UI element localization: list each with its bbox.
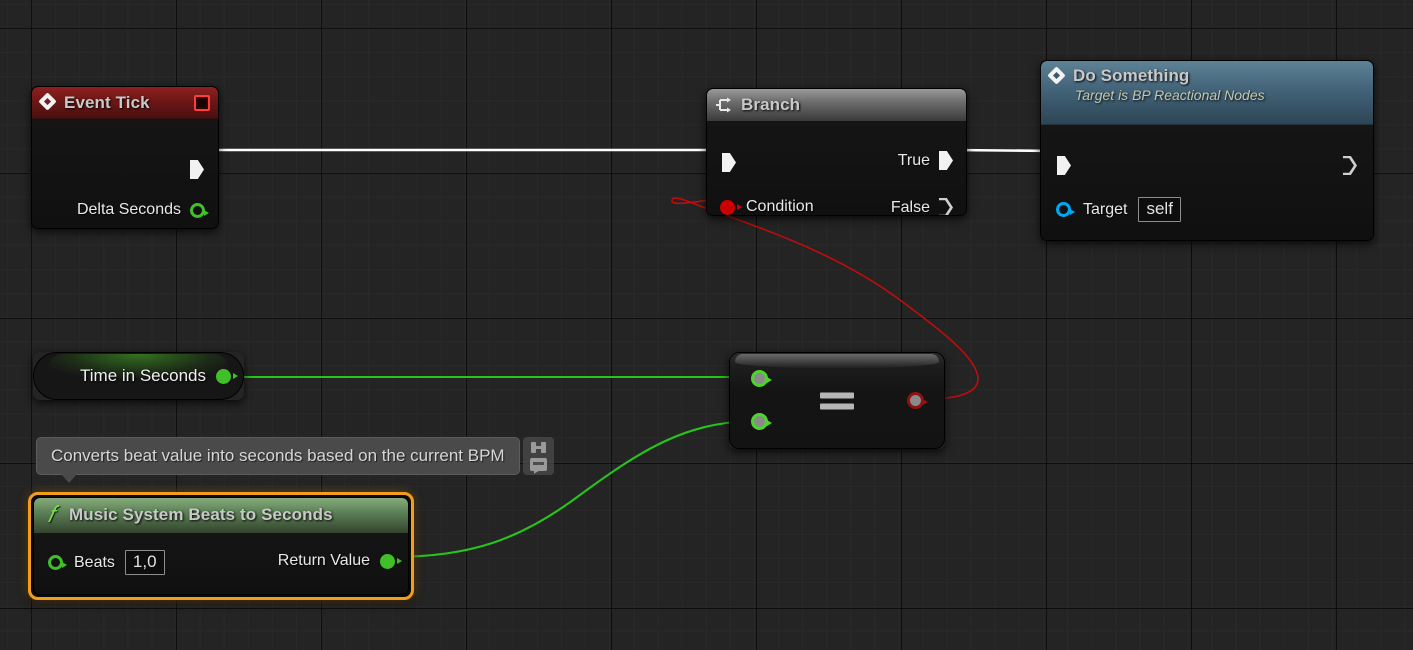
- pin-label-delta-seconds: Delta Seconds: [76, 201, 181, 218]
- branch-fork-icon: [715, 96, 733, 114]
- tooltip: Converts beat value into seconds based o…: [36, 437, 554, 483]
- node-content: True Condition False: [707, 121, 966, 215]
- node-do-something[interactable]: Do Something Target is BP Reactional Nod…: [1040, 60, 1374, 241]
- exec-input-pin[interactable]: [722, 153, 736, 172]
- variable-name-label: Time in Seconds: [80, 366, 206, 385]
- function-fx-icon: 𝑓: [47, 502, 55, 527]
- pin-row-delta-seconds[interactable]: Delta Seconds: [76, 199, 209, 221]
- variable-get-pill: Time in Seconds: [33, 352, 244, 400]
- equality-input-a-pin[interactable]: [751, 370, 772, 387]
- pin-label-false: False: [890, 198, 930, 216]
- pin-label-true: True: [897, 151, 930, 169]
- pin-row-exec-out[interactable]: [190, 160, 204, 179]
- equality-input-b-pin[interactable]: [751, 413, 772, 430]
- pin-label-return-value: Return Value: [277, 552, 370, 569]
- time-in-seconds-output-pin[interactable]: [216, 368, 238, 384]
- pin-icon[interactable]: [530, 441, 546, 454]
- comment-bubble-icon[interactable]: [529, 458, 547, 471]
- tooltip-text: Converts beat value into seconds based o…: [36, 437, 520, 483]
- node-body: Do Something Target is BP Reactional Nod…: [1040, 60, 1374, 241]
- condition-input-pin[interactable]: [720, 199, 742, 215]
- event-diamond-icon: [40, 94, 57, 111]
- node-header-beats-to-seconds: 𝑓 Music System Beats to Seconds: [34, 498, 408, 533]
- node-branch[interactable]: Branch True Condition False: [706, 88, 967, 216]
- exec-output-pin[interactable]: [1343, 156, 1357, 175]
- pin-row-return-value[interactable]: Return Value: [277, 552, 402, 570]
- target-value-field[interactable]: self: [1138, 197, 1181, 222]
- stop-square-badge[interactable]: [194, 95, 210, 111]
- node-time-in-seconds[interactable]: Time in Seconds: [33, 352, 244, 400]
- event-diamond-icon: [1049, 68, 1066, 85]
- pin-label-target: Target: [1083, 200, 1128, 218]
- node-header-event-tick: Event Tick: [32, 87, 218, 119]
- node-subtitle: Target is BP Reactional Nodes: [1075, 87, 1265, 103]
- return-value-output-pin[interactable]: [380, 553, 402, 569]
- pin-label-beats: Beats: [74, 553, 115, 571]
- equality-operator-symbol: [820, 387, 854, 414]
- node-body: Event Tick Delta Seconds: [31, 86, 219, 229]
- tooltip-actions[interactable]: [522, 437, 554, 475]
- pin-row-target[interactable]: Target self: [1056, 197, 1181, 222]
- exec-output-pin-false[interactable]: [939, 198, 953, 215]
- pin-row-true[interactable]: True: [898, 151, 953, 170]
- header-title-line: Do Something: [1049, 66, 1189, 86]
- node-selection-highlight: 𝑓 Music System Beats to Seconds Beats 1,…: [28, 492, 414, 600]
- node-title: Music System Beats to Seconds: [69, 505, 333, 524]
- node-header-do-something: Do Something Target is BP Reactional Nod…: [1041, 61, 1373, 125]
- exec-output-pin[interactable]: [190, 160, 204, 179]
- node-body: Branch True Condition False: [706, 88, 967, 216]
- equality-output-pin[interactable]: [907, 392, 928, 409]
- node-content: Delta Seconds: [32, 119, 218, 228]
- header-subtitle-line: Target is BP Reactional Nodes: [1075, 87, 1265, 105]
- node-music-system-beats-to-seconds[interactable]: 𝑓 Music System Beats to Seconds Beats 1,…: [28, 492, 414, 600]
- target-input-pin[interactable]: [1056, 202, 1075, 217]
- pin-row-condition[interactable]: Condition: [720, 198, 814, 215]
- pin-row-false[interactable]: False: [891, 198, 953, 216]
- beats-input-pin[interactable]: [48, 555, 67, 570]
- delta-seconds-output-pin[interactable]: [190, 202, 209, 218]
- exec-input-pin[interactable]: [1057, 156, 1071, 175]
- exec-output-pin-true[interactable]: [939, 151, 953, 170]
- node-title: Event Tick: [64, 92, 150, 112]
- beats-value-field[interactable]: 1,0: [124, 550, 165, 575]
- node-title: Branch: [741, 94, 801, 114]
- pin-label-condition: Condition: [746, 198, 814, 215]
- node-header-branch: Branch: [707, 89, 966, 121]
- node-equality-compare[interactable]: [729, 352, 945, 449]
- node-body: 𝑓 Music System Beats to Seconds Beats 1,…: [33, 497, 409, 595]
- node-event-tick[interactable]: Event Tick Delta Seconds: [31, 86, 219, 229]
- node-title: Do Something: [1073, 66, 1190, 85]
- blueprint-graph-canvas[interactable]: Event Tick Delta Seconds Branch True Con…: [0, 0, 1413, 650]
- node-content: Target self: [1041, 125, 1373, 240]
- node-content: Beats 1,0 Return Value: [34, 533, 408, 594]
- compact-node-body: [729, 352, 945, 449]
- pin-row-beats[interactable]: Beats 1,0: [48, 550, 165, 575]
